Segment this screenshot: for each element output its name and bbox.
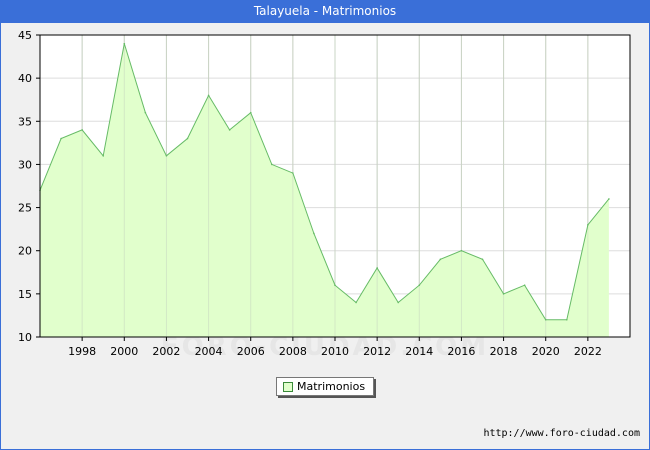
x-tick-label: 2012 [363,345,391,358]
x-tick-label: 2016 [447,345,475,358]
x-tick-label: 2000 [110,345,138,358]
data-point [418,284,421,287]
data-point [144,111,147,114]
y-tick-label: 40 [18,72,32,85]
data-point [481,258,484,261]
data-point [228,129,231,131]
data-point [207,94,210,97]
y-tick-label: 25 [18,202,32,215]
y-tick-label: 15 [18,288,32,301]
data-point [123,42,126,45]
data-point [608,198,610,200]
x-tick-label: 1998 [68,345,96,358]
x-tick-label: 2006 [237,345,265,358]
y-tick-label: 20 [18,245,32,258]
x-tick-label: 2008 [279,345,307,358]
data-point [102,155,105,157]
data-point [376,267,378,269]
data-point [523,284,526,287]
x-tick-label: 2022 [574,345,602,358]
legend: Matrimonios [276,377,374,396]
data-point [292,172,294,174]
data-point [565,318,568,321]
x-tick-label: 2010 [321,345,349,358]
data-point [502,293,505,295]
x-tick-label: 2018 [490,345,518,358]
x-tick-label: 2014 [405,345,433,358]
x-tick-label: 2002 [152,345,180,358]
y-tick-label: 45 [18,29,32,42]
y-tick-label: 30 [18,158,32,171]
data-point [249,111,252,114]
legend-swatch [283,382,293,392]
data-point [544,318,547,321]
data-point [186,137,189,140]
data-point [460,249,463,252]
x-tick-label: 2004 [195,345,223,358]
y-tick-label: 35 [18,115,32,128]
data-point [439,258,442,261]
data-point [313,232,315,235]
data-point [334,284,336,287]
data-point [165,155,168,157]
data-point [355,301,357,304]
legend-label: Matrimonios [297,380,366,393]
data-point [60,137,62,140]
source-url: http://www.foro-ciudad.com [483,428,640,439]
data-point [587,224,589,226]
x-tick-label: 2020 [532,345,560,358]
data-point [270,163,273,166]
data-point [81,129,83,131]
data-point [397,301,400,304]
y-tick-label: 10 [18,331,32,344]
